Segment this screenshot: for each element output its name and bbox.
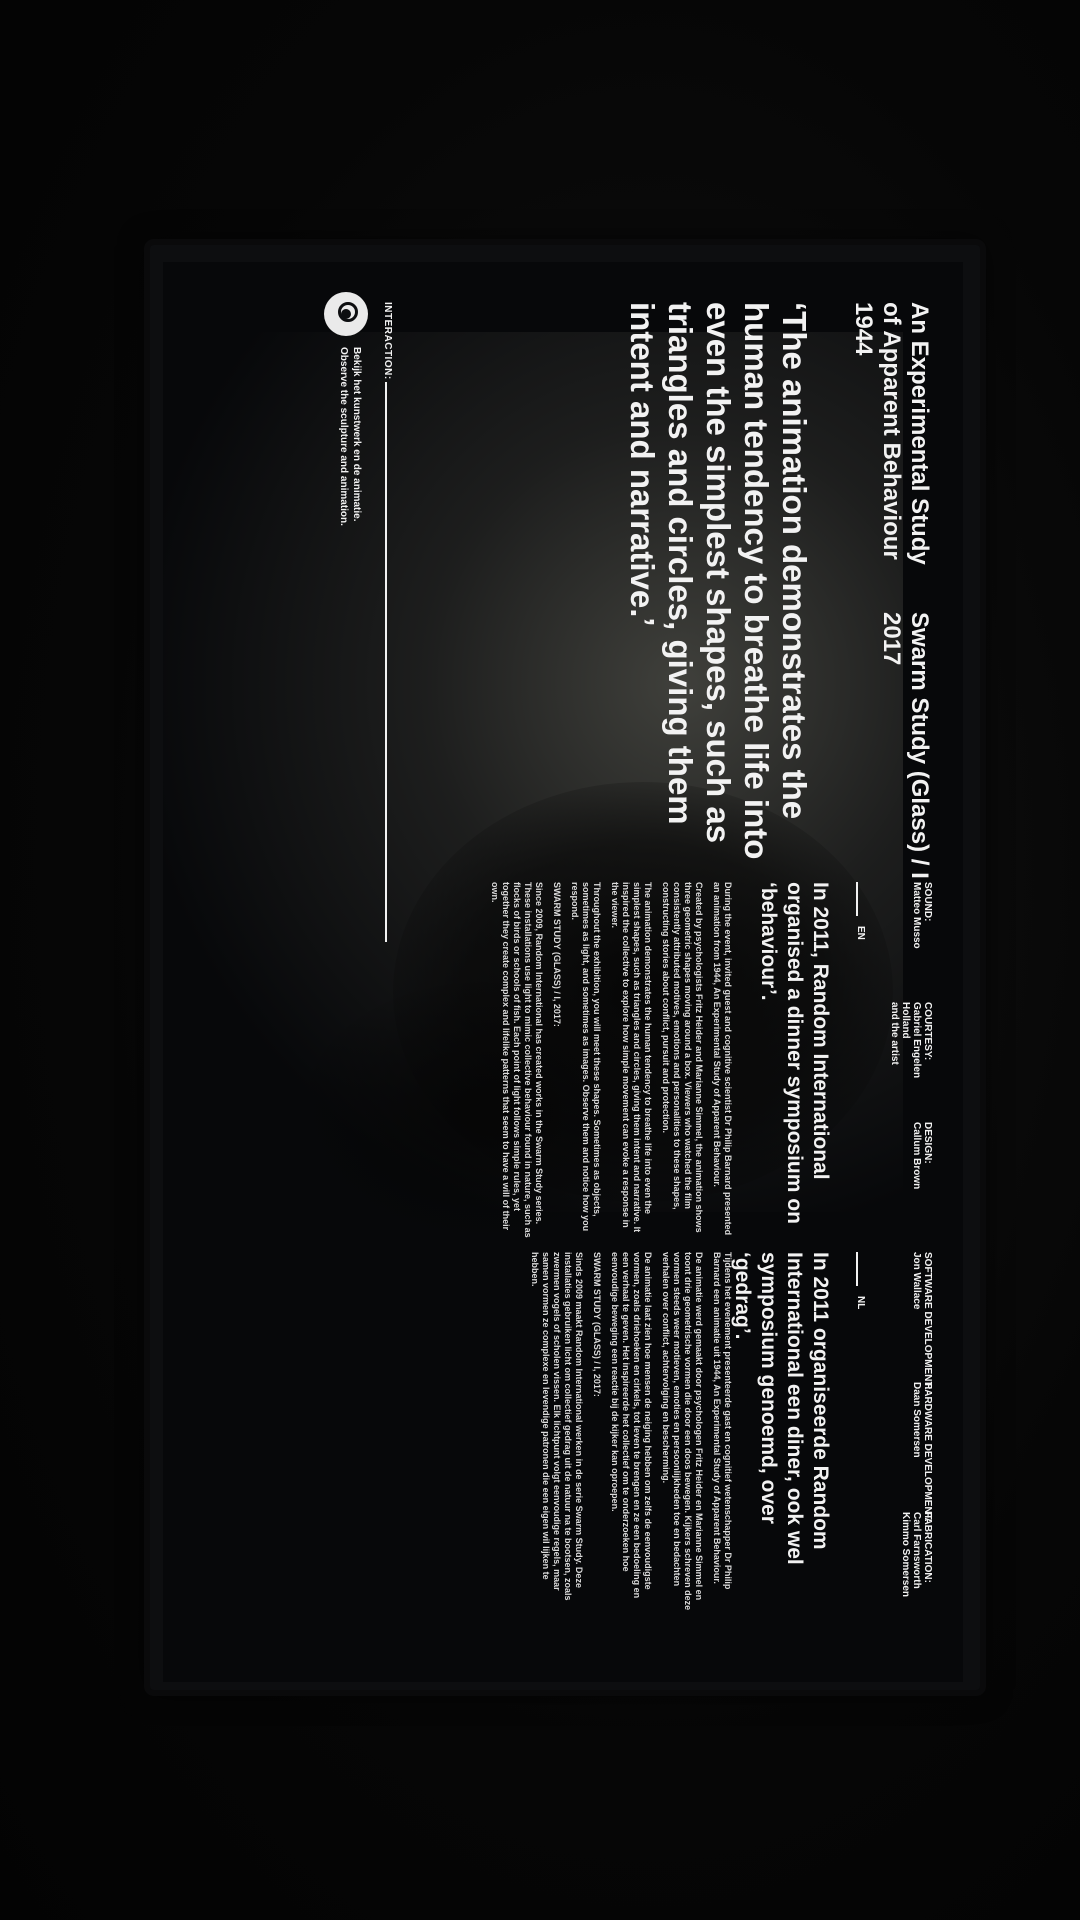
credit-sound: SOUND: Matteo Musso [911, 882, 933, 949]
interaction-label: INTERACTION: [382, 302, 393, 380]
work-title-secondary: Swarm Study (Glass) / I 2017 [878, 612, 933, 879]
instruction-en: Observe the sculpture and animation. [338, 347, 349, 526]
lang-en-label: EN [855, 926, 866, 940]
lead-en: In 2011, Random International organised … [757, 882, 832, 1224]
instruction-nl: Bekijk het kunstwerk en de animatie. [351, 347, 362, 522]
credit-software: SOFTWARE DEVELOPMENT: Jon Wallace [911, 1252, 933, 1390]
body-nl: Tijdens het evenement presenteerde gast … [530, 1252, 733, 1611]
pull-quote: ‘The animation demonstrates the human te… [624, 302, 813, 860]
body-en: During the event, invited guest and cogn… [490, 882, 733, 1238]
interaction-divider [385, 382, 387, 942]
credit-courtesy: COURTESY: Gabriel Engelen Holland and the… [889, 1002, 933, 1079]
credit-fabrication: FABRICATION: Carl Farnsworth Kimmo Somers… [900, 1512, 933, 1598]
display-screen: An Experimental Study of Apparent Behavi… [163, 262, 963, 1682]
lead-nl: In 2011 organiseerde Random Internationa… [731, 1252, 832, 1565]
credit-hardware: HARDWARE DEVELOPMENT: Daan Somersen [911, 1382, 933, 1523]
credit-design: DESIGN: Callum Brown [911, 1122, 933, 1190]
wall-text-panel: An Experimental Study of Apparent Behavi… [163, 262, 963, 1682]
en-divider [856, 882, 858, 916]
eye-icon [324, 292, 368, 336]
nl-divider [856, 1252, 858, 1286]
interaction-instructions: Bekijk het kunstwerk en de animatie. Obs… [337, 347, 363, 727]
lang-nl-label: NL [855, 1296, 866, 1310]
